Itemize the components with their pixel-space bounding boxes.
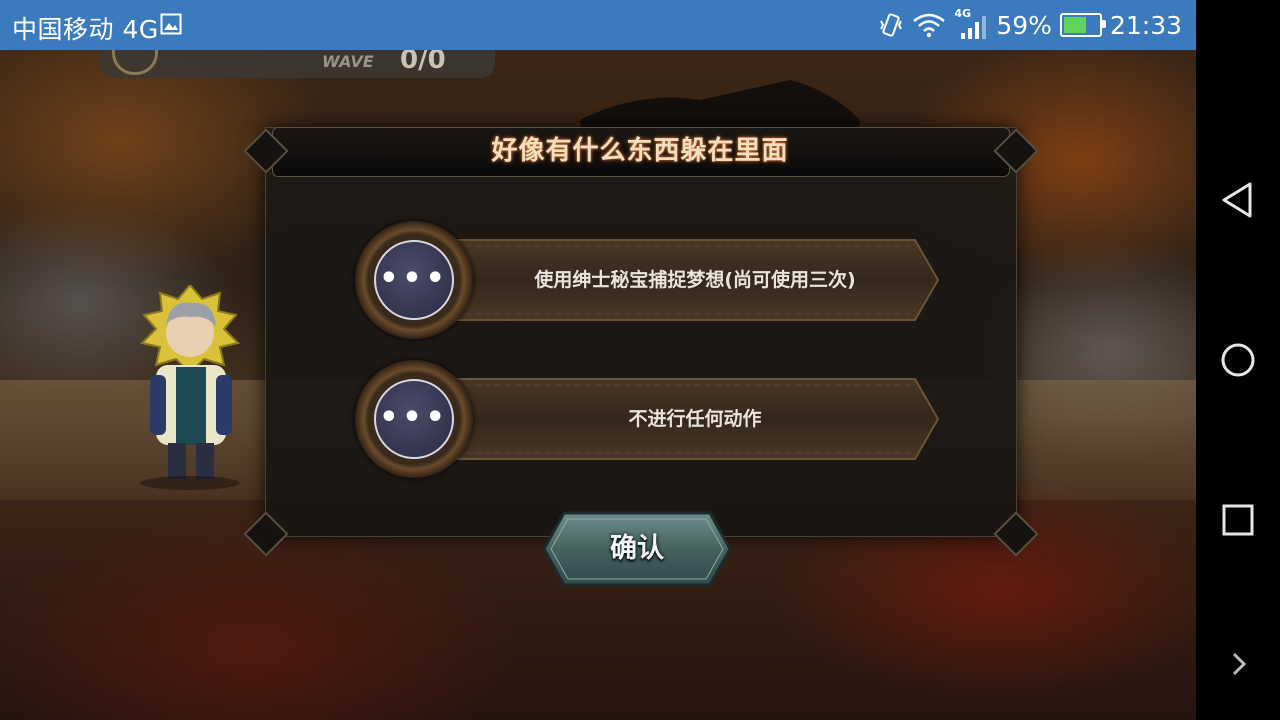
ellipsis-icon: •••	[374, 240, 454, 320]
option-icon-disc: •••	[355, 360, 473, 478]
clock-time: 21:33	[1109, 10, 1182, 40]
expand-icon[interactable]	[1214, 640, 1262, 688]
home-icon[interactable]	[1214, 336, 1262, 384]
hero-character	[140, 285, 240, 490]
dialog-title: 好像有什么东西躲在里面	[491, 136, 789, 166]
image-icon	[160, 13, 182, 35]
battery-icon	[1059, 13, 1106, 37]
navigation-bar	[1196, 0, 1280, 720]
status-bar: 中国移动 4G 4G 59% 21:33	[0, 0, 1196, 50]
status-right-group: 4G 59% 21:33	[878, 7, 1182, 40]
option-capture-dream[interactable]: ••• 使用绅士秘宝捕捉梦想(尚可使用三次)	[355, 221, 940, 341]
hud-wave-label: WAVE	[322, 52, 374, 71]
carrier-label: 中国移动 4G	[12, 15, 159, 44]
ellipsis-icon: •••	[374, 379, 454, 459]
signal-group: 4G	[954, 7, 988, 39]
recents-icon[interactable]	[1214, 496, 1262, 544]
option-label: 不进行任何动作	[628, 408, 762, 430]
battery-percent: 59%	[996, 10, 1052, 40]
confirm-button[interactable]	[542, 510, 732, 588]
signal-icon	[961, 16, 987, 39]
vibrate-icon	[880, 13, 903, 37]
wifi-icon	[913, 13, 946, 38]
back-icon[interactable]	[1214, 176, 1262, 224]
option-label: 使用绅士秘宝捕捉梦想(尚可使用三次)	[534, 269, 856, 291]
option-icon-disc: •••	[355, 221, 473, 339]
option-do-nothing[interactable]: ••• 不进行任何动作	[355, 360, 940, 480]
